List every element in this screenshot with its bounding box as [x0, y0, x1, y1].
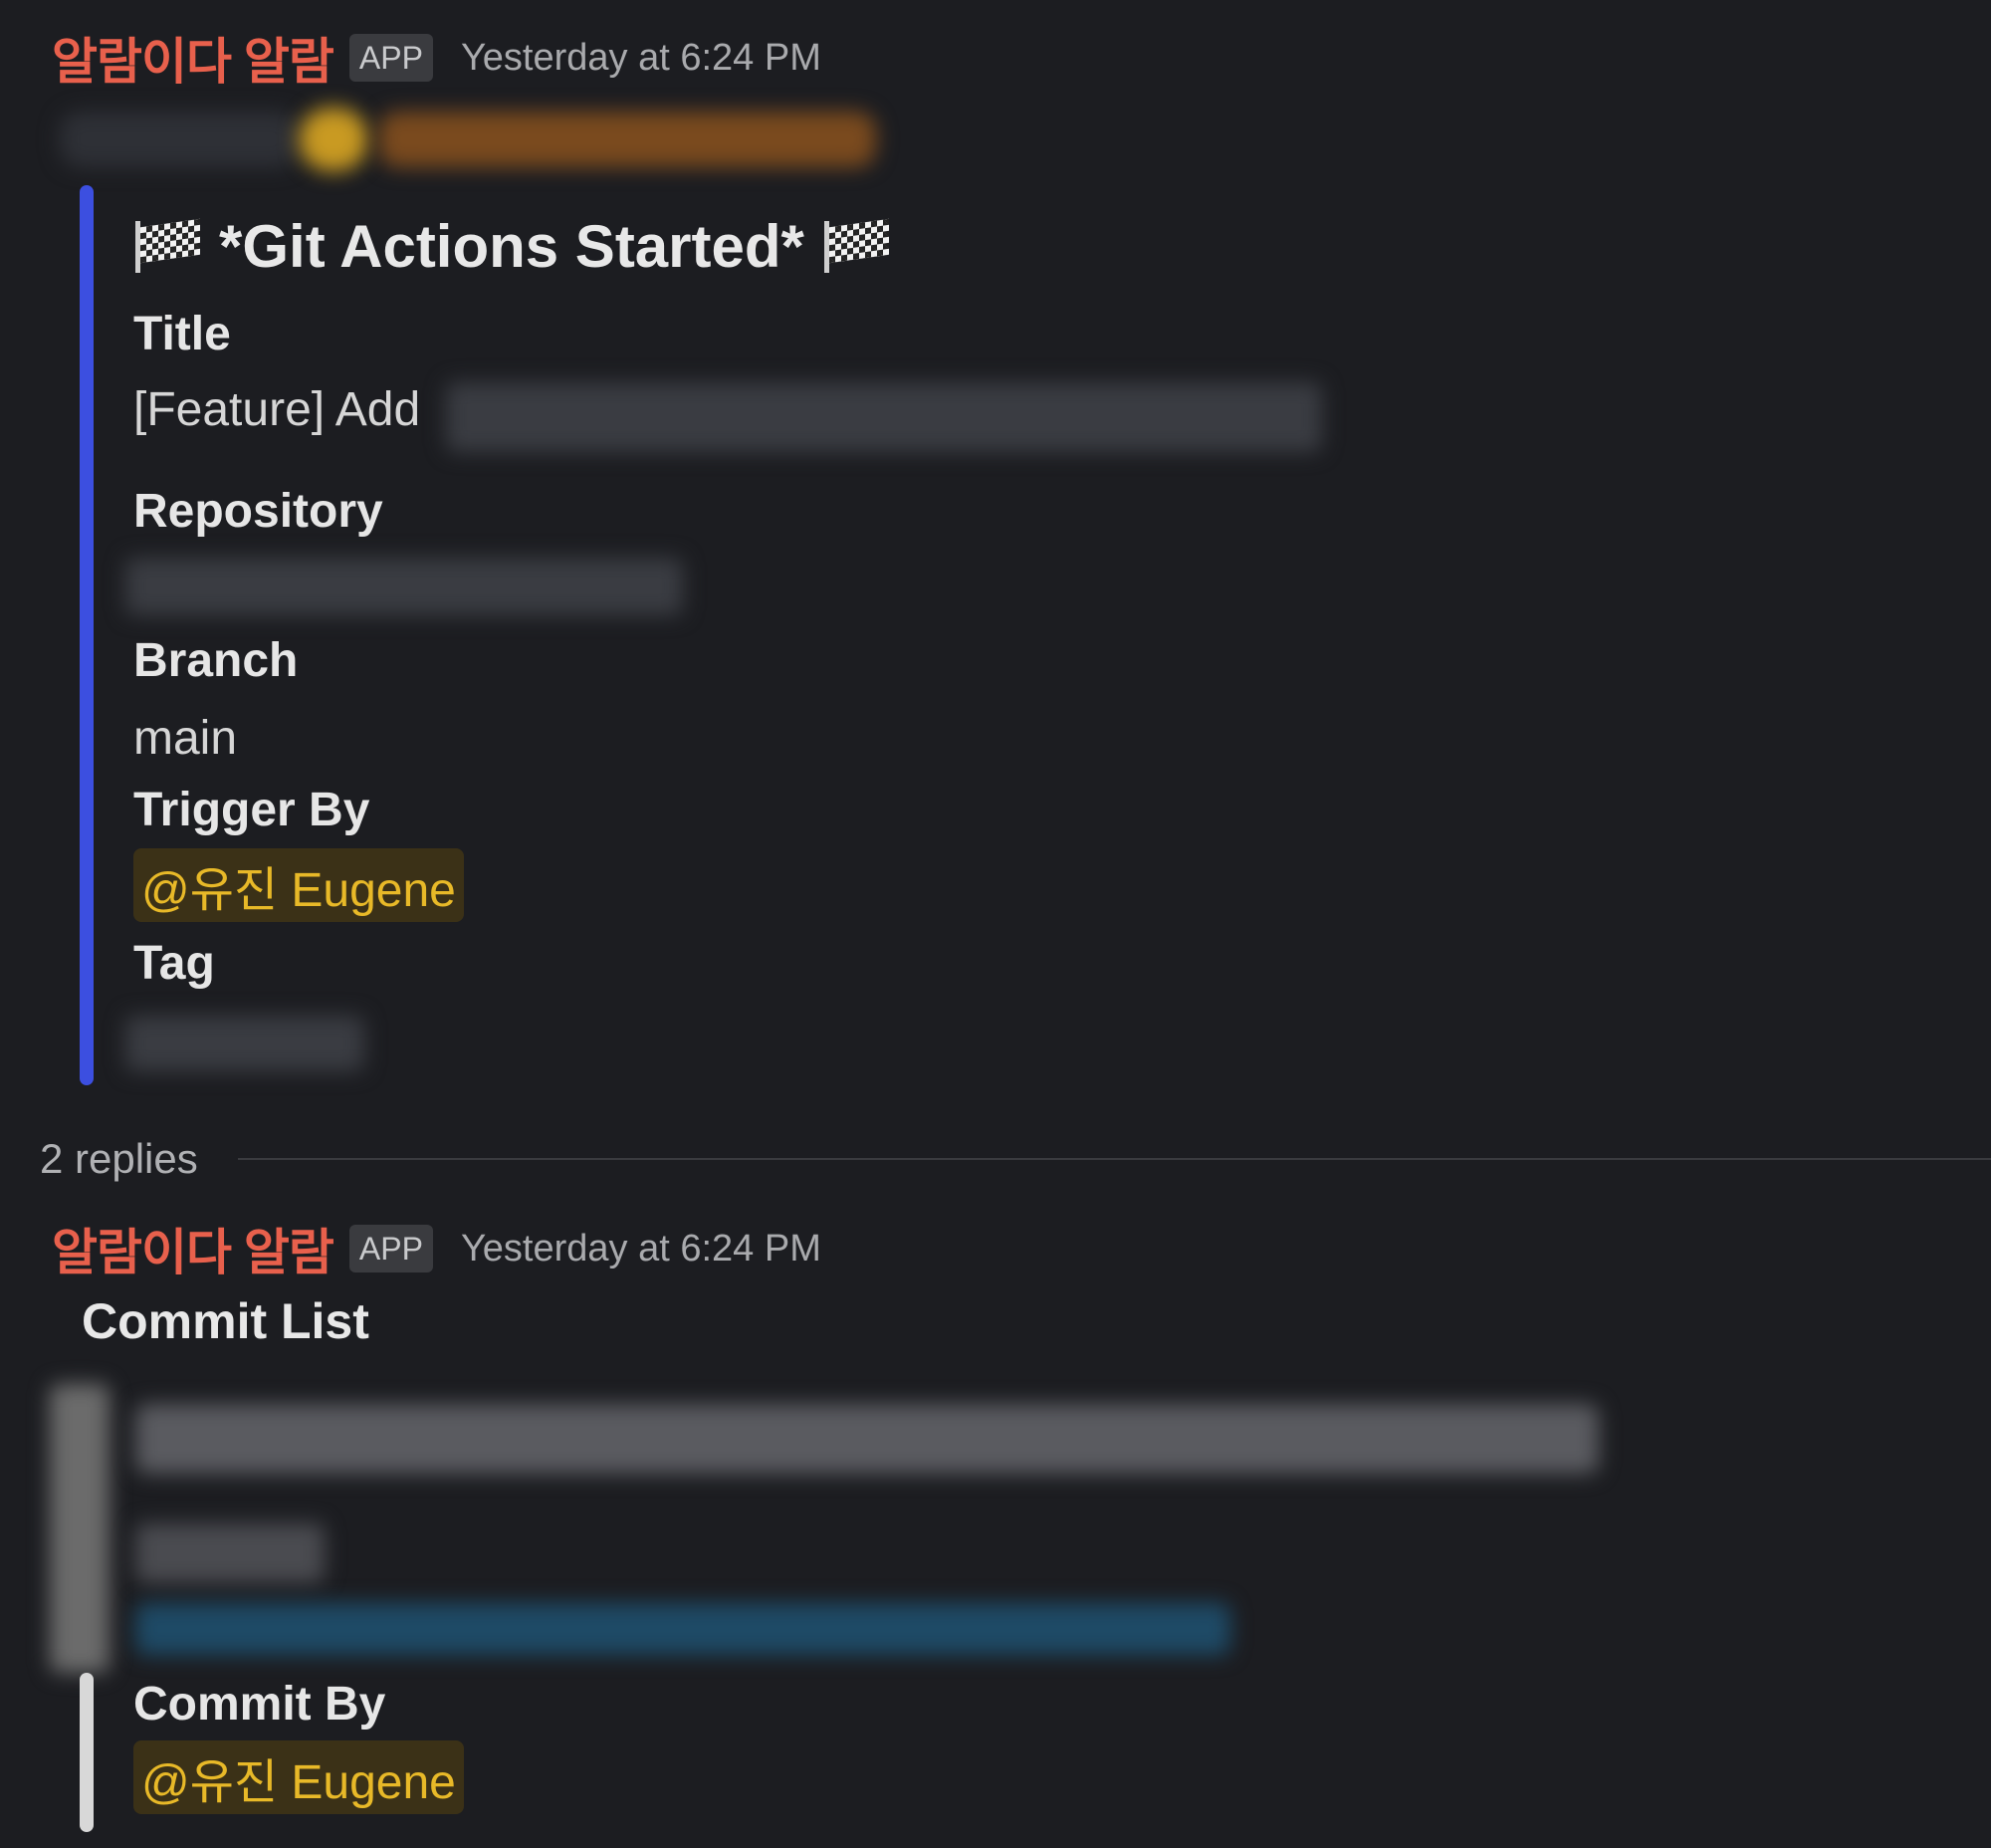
timestamp[interactable]: Yesterday at 6:24 PM [461, 37, 821, 80]
message-header: 알람이다 알람 APP Yesterday at 6:24 PM [52, 26, 821, 90]
redacted-commit-link [135, 1603, 1230, 1655]
attachment-accent-bar [80, 185, 94, 1085]
commit-list-title: Commit List [82, 1293, 369, 1349]
redacted-emoji [299, 108, 368, 171]
branch-value: main [133, 712, 238, 765]
title-label: Title [133, 308, 231, 360]
redacted-preview-text [60, 112, 299, 167]
timestamp[interactable]: Yesterday at 6:24 PM [461, 1228, 821, 1270]
sender-name[interactable]: 알람이다 알람 [52, 1213, 334, 1284]
checkered-flag-icon [822, 218, 890, 273]
sender-name[interactable]: 알람이다 알람 [52, 22, 334, 94]
redacted-commit-message [135, 1404, 1599, 1474]
checkered-flag-icon [133, 218, 201, 273]
repository-label: Repository [133, 485, 383, 538]
redacted-commit-bar [50, 1384, 110, 1673]
app-badge: APP [348, 1225, 433, 1272]
attachment-heading: *Git Actions Started* [133, 209, 890, 283]
trigger-by-mention[interactable]: @유진 Eugene [133, 848, 464, 922]
thread-replies-divider: 2 replies [40, 1135, 1991, 1183]
attachment-accent-bar [80, 1673, 94, 1832]
title-value: [Feature] Add [133, 383, 421, 436]
redacted-repository-value [125, 558, 683, 615]
trigger-by-label: Trigger By [133, 784, 370, 836]
heading-text: *Git Actions Started* [219, 212, 804, 280]
app-badge: APP [348, 34, 433, 82]
commit-by-mention[interactable]: @유진 Eugene [133, 1740, 464, 1814]
redacted-commit-author [135, 1523, 325, 1583]
divider-line [237, 1158, 1991, 1160]
branch-label: Branch [133, 634, 299, 687]
redacted-tag-value [125, 1016, 364, 1071]
message-header: 알람이다 알람 APP Yesterday at 6:24 PM [52, 1217, 821, 1280]
commit-by-label: Commit By [133, 1678, 386, 1731]
redacted-preview-link [378, 112, 876, 167]
replies-count[interactable]: 2 replies [40, 1135, 198, 1183]
redacted-title-text [446, 382, 1322, 452]
tag-label: Tag [133, 937, 215, 990]
